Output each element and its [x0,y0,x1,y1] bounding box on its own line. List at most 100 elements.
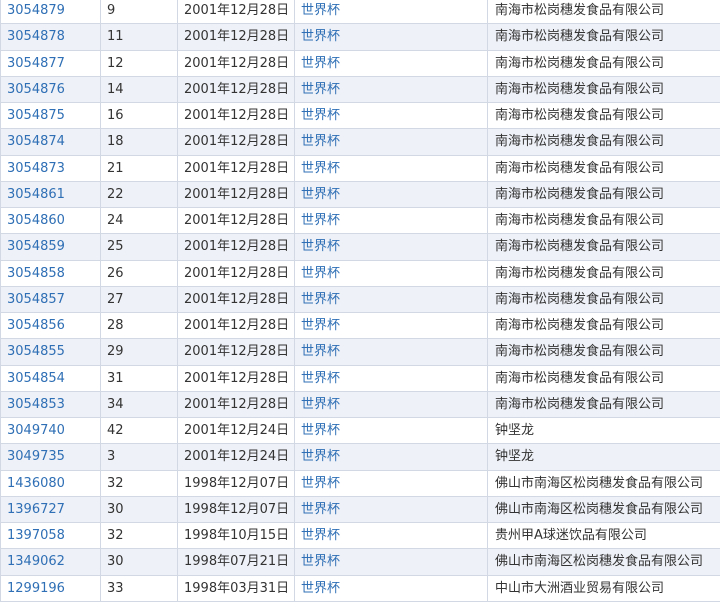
trademark-name-link[interactable]: 世界杯 [294,0,488,25]
table-row: 3049735 3 2001年12月24日 世界杯 钟坚龙 [0,443,720,471]
applicant-name: 佛山市南海区松岗穗发食品有限公司 [487,548,720,576]
applicant-name: 南海市松岗穗发食品有限公司 [487,49,720,77]
trademark-name-link[interactable]: 世界杯 [294,49,488,77]
registration-number-link[interactable]: 3054877 [0,49,101,77]
registration-number-link[interactable]: 3054875 [0,101,101,130]
trademark-name-link[interactable]: 世界杯 [294,548,488,576]
class-number: 32 [100,521,178,550]
class-number: 16 [100,101,178,130]
trademark-name-link[interactable]: 世界杯 [294,75,488,104]
applicant-name: 南海市松岗穗发食品有限公司 [487,338,720,366]
class-number: 32 [100,469,178,497]
applicant-name: 南海市松岗穗发食品有限公司 [487,233,720,261]
application-date: 2001年12月28日 [177,180,295,209]
trademark-name-link[interactable]: 世界杯 [294,416,488,445]
trademark-name-link[interactable]: 世界杯 [294,154,488,182]
applicant-name: 南海市松岗穗发食品有限公司 [487,206,720,235]
application-date: 1998年10月15日 [177,521,295,550]
registration-number-link[interactable]: 3054853 [0,390,101,419]
trademark-name-link[interactable]: 世界杯 [294,495,488,524]
trademark-name-link[interactable]: 世界杯 [294,443,488,471]
class-number: 18 [100,128,178,156]
trademark-name-link[interactable]: 世界杯 [294,128,488,156]
application-date: 2001年12月28日 [177,311,295,340]
registration-number-link[interactable]: 1349062 [0,548,101,576]
applicant-name: 南海市松岗穗发食品有限公司 [487,259,720,287]
table-row: 3054873 21 2001年12月28日 世界杯 南海市松岗穗发食品有限公司 [0,154,720,182]
applicant-name: 南海市松岗穗发食品有限公司 [487,75,720,104]
table-row: 1397058 32 1998年10月15日 世界杯 贵州甲A球迷饮品有限公司 [0,521,720,550]
registration-number-link[interactable]: 3049735 [0,443,101,471]
registration-number-link[interactable]: 3054857 [0,285,101,314]
class-number: 11 [100,23,178,51]
class-number: 12 [100,49,178,77]
registration-number-link[interactable]: 3054879 [0,0,101,25]
trademark-name-link[interactable]: 世界杯 [294,259,488,287]
trademark-name-link[interactable]: 世界杯 [294,338,488,366]
table-row: 3054859 25 2001年12月28日 世界杯 南海市松岗穗发食品有限公司 [0,233,720,261]
trademark-table: 3054879 9 2001年12月28日 世界杯 南海市松岗穗发食品有限公司 … [0,0,720,602]
class-number: 29 [100,338,178,366]
table-row: 1396727 30 1998年12月07日 世界杯 佛山市南海区松岗穗发食品有… [0,495,720,524]
trademark-name-link[interactable]: 世界杯 [294,311,488,340]
registration-number-link[interactable]: 1397058 [0,521,101,550]
trademark-name-link[interactable]: 世界杯 [294,469,488,497]
table-row: 1349062 30 1998年07月21日 世界杯 佛山市南海区松岗穗发食品有… [0,548,720,576]
table-row: 1299196 33 1998年03月31日 世界杯 中山市大洲酒业贸易有限公司 [0,574,720,602]
registration-number-link[interactable]: 3054878 [0,23,101,51]
table-row: 3054861 22 2001年12月28日 世界杯 南海市松岗穗发食品有限公司 [0,180,720,209]
trademark-name-link[interactable]: 世界杯 [294,180,488,209]
trademark-name-link[interactable]: 世界杯 [294,101,488,130]
application-date: 2001年12月28日 [177,285,295,314]
class-number: 31 [100,364,178,392]
registration-number-link[interactable]: 3054876 [0,75,101,104]
table-row: 3054855 29 2001年12月28日 世界杯 南海市松岗穗发食品有限公司 [0,338,720,366]
trademark-name-link[interactable]: 世界杯 [294,390,488,419]
application-date: 2001年12月28日 [177,233,295,261]
table-row: 3054875 16 2001年12月28日 世界杯 南海市松岗穗发食品有限公司 [0,101,720,130]
registration-number-link[interactable]: 3054858 [0,259,101,287]
table-row: 3054853 34 2001年12月28日 世界杯 南海市松岗穗发食品有限公司 [0,390,720,419]
registration-number-link[interactable]: 3054854 [0,364,101,392]
trademark-name-link[interactable]: 世界杯 [294,364,488,392]
trademark-name-link[interactable]: 世界杯 [294,521,488,550]
registration-number-link[interactable]: 3054859 [0,233,101,261]
applicant-name: 南海市松岗穗发食品有限公司 [487,101,720,130]
application-date: 1998年12月07日 [177,495,295,524]
trademark-name-link[interactable]: 世界杯 [294,23,488,51]
applicant-name: 南海市松岗穗发食品有限公司 [487,154,720,182]
table-row: 3054879 9 2001年12月28日 世界杯 南海市松岗穗发食品有限公司 [0,0,720,25]
applicant-name: 佛山市南海区松岗穗发食品有限公司 [487,495,720,524]
class-number: 21 [100,154,178,182]
registration-number-link[interactable]: 1299196 [0,574,101,602]
application-date: 2001年12月28日 [177,206,295,235]
registration-number-link[interactable]: 3054873 [0,154,101,182]
class-number: 42 [100,416,178,445]
class-number: 3 [100,443,178,471]
application-date: 2001年12月28日 [177,49,295,77]
registration-number-link[interactable]: 1436080 [0,469,101,497]
table-row: 3054876 14 2001年12月28日 世界杯 南海市松岗穗发食品有限公司 [0,75,720,104]
application-date: 2001年12月28日 [177,154,295,182]
trademark-name-link[interactable]: 世界杯 [294,574,488,602]
registration-number-link[interactable]: 3054860 [0,206,101,235]
trademark-name-link[interactable]: 世界杯 [294,206,488,235]
registration-number-link[interactable]: 3054855 [0,338,101,366]
class-number: 25 [100,233,178,261]
registration-number-link[interactable]: 3054856 [0,311,101,340]
table-row: 3054860 24 2001年12月28日 世界杯 南海市松岗穗发食品有限公司 [0,206,720,235]
registration-number-link[interactable]: 3054874 [0,128,101,156]
registration-number-link[interactable]: 3049740 [0,416,101,445]
table-row: 3049740 42 2001年12月24日 世界杯 钟坚龙 [0,416,720,445]
class-number: 34 [100,390,178,419]
registration-number-link[interactable]: 1396727 [0,495,101,524]
trademark-name-link[interactable]: 世界杯 [294,233,488,261]
applicant-name: 钟坚龙 [487,443,720,471]
applicant-name: 佛山市南海区松岗穗发食品有限公司 [487,469,720,497]
applicant-name: 南海市松岗穗发食品有限公司 [487,364,720,392]
application-date: 2001年12月28日 [177,128,295,156]
table-row: 3054857 27 2001年12月28日 世界杯 南海市松岗穗发食品有限公司 [0,285,720,314]
trademark-name-link[interactable]: 世界杯 [294,285,488,314]
registration-number-link[interactable]: 3054861 [0,180,101,209]
class-number: 26 [100,259,178,287]
